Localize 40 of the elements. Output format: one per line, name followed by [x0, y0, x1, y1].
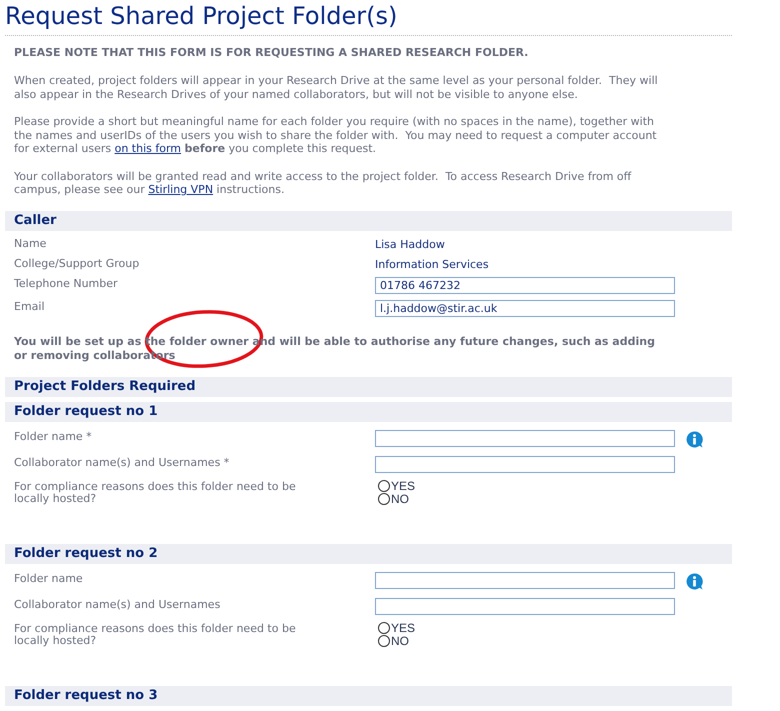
- section-header: Caller: [5, 210, 732, 230]
- radio-button[interactable]: [378, 622, 390, 634]
- section-header: Folder request no 1: [5, 402, 732, 422]
- field-label: Folder name *: [14, 430, 93, 444]
- field-label: Telephone Number: [14, 276, 119, 290]
- question-label: For compliance reasons does this folder need to be locally hosted?: [14, 622, 297, 646]
- radio-button[interactable]: [378, 634, 390, 646]
- input-field[interactable]: 01786 467232: [375, 276, 675, 294]
- field-value: Information Services: [375, 256, 490, 272]
- field-label: Collaborator name(s) and Usernames: [14, 598, 222, 612]
- section-header: Folder request no 3: [5, 686, 732, 706]
- info-icon[interactable]: [686, 430, 703, 448]
- text-link[interactable]: Stirling VPN: [148, 183, 214, 196]
- text-link[interactable]: on this form: [114, 142, 182, 155]
- input-field[interactable]: [375, 572, 675, 588]
- input-field[interactable]: [375, 430, 675, 446]
- section-header: Project Folders Required: [5, 376, 732, 396]
- radio-button[interactable]: [378, 480, 390, 492]
- intro-paragraph: Please provide a short but meaningful name for each folder you require (with no spaces in the name), together with the names and userIDs of the users you wish to share the folder with. You may need to request a computer account for external users on this form before you complete this request.: [14, 115, 658, 156]
- field-label: Name: [14, 236, 48, 250]
- field-label: Folder name: [14, 572, 84, 586]
- intro-paragraph: Your collaborators will be granted read and write access to the project folder. To access Research Drive from off campus, please see our Stirling VPN instructions.: [14, 170, 632, 196]
- section-header: Folder request no 2: [5, 544, 732, 564]
- input-field[interactable]: [375, 598, 675, 614]
- info-icon[interactable]: [686, 572, 703, 590]
- field-label: Collaborator name(s) and Usernames *: [14, 456, 230, 470]
- input-field[interactable]: l.j.haddow@stir.ac.uk: [375, 300, 675, 316]
- input-field[interactable]: [375, 456, 675, 472]
- radio-option[interactable]: NO: [375, 632, 675, 648]
- question-label: For compliance reasons does this folder need to be locally hosted?: [14, 480, 297, 504]
- field-label: Email: [14, 300, 46, 314]
- radio-option[interactable]: YES: [375, 478, 675, 494]
- radio-option[interactable]: NO: [375, 490, 675, 506]
- intro-paragraph: When created, project folders will appear in your Research Drive at the same level as your personal folder. They will also appear in the Research Drives of your named collaborators, but will not be visible to anyone else.: [14, 74, 659, 101]
- radio-option[interactable]: YES: [375, 620, 675, 636]
- field-label: College/Support Group: [14, 256, 140, 270]
- notice-text: PLEASE NOTE THAT THIS FORM IS FOR REQUESTING A SHARED RESEARCH FOLDER.: [14, 46, 530, 60]
- radio-button[interactable]: [378, 492, 390, 504]
- field-value: Lisa Haddow: [375, 236, 446, 252]
- page-title: Request Shared Project Folder(s): [5, 0, 732, 36]
